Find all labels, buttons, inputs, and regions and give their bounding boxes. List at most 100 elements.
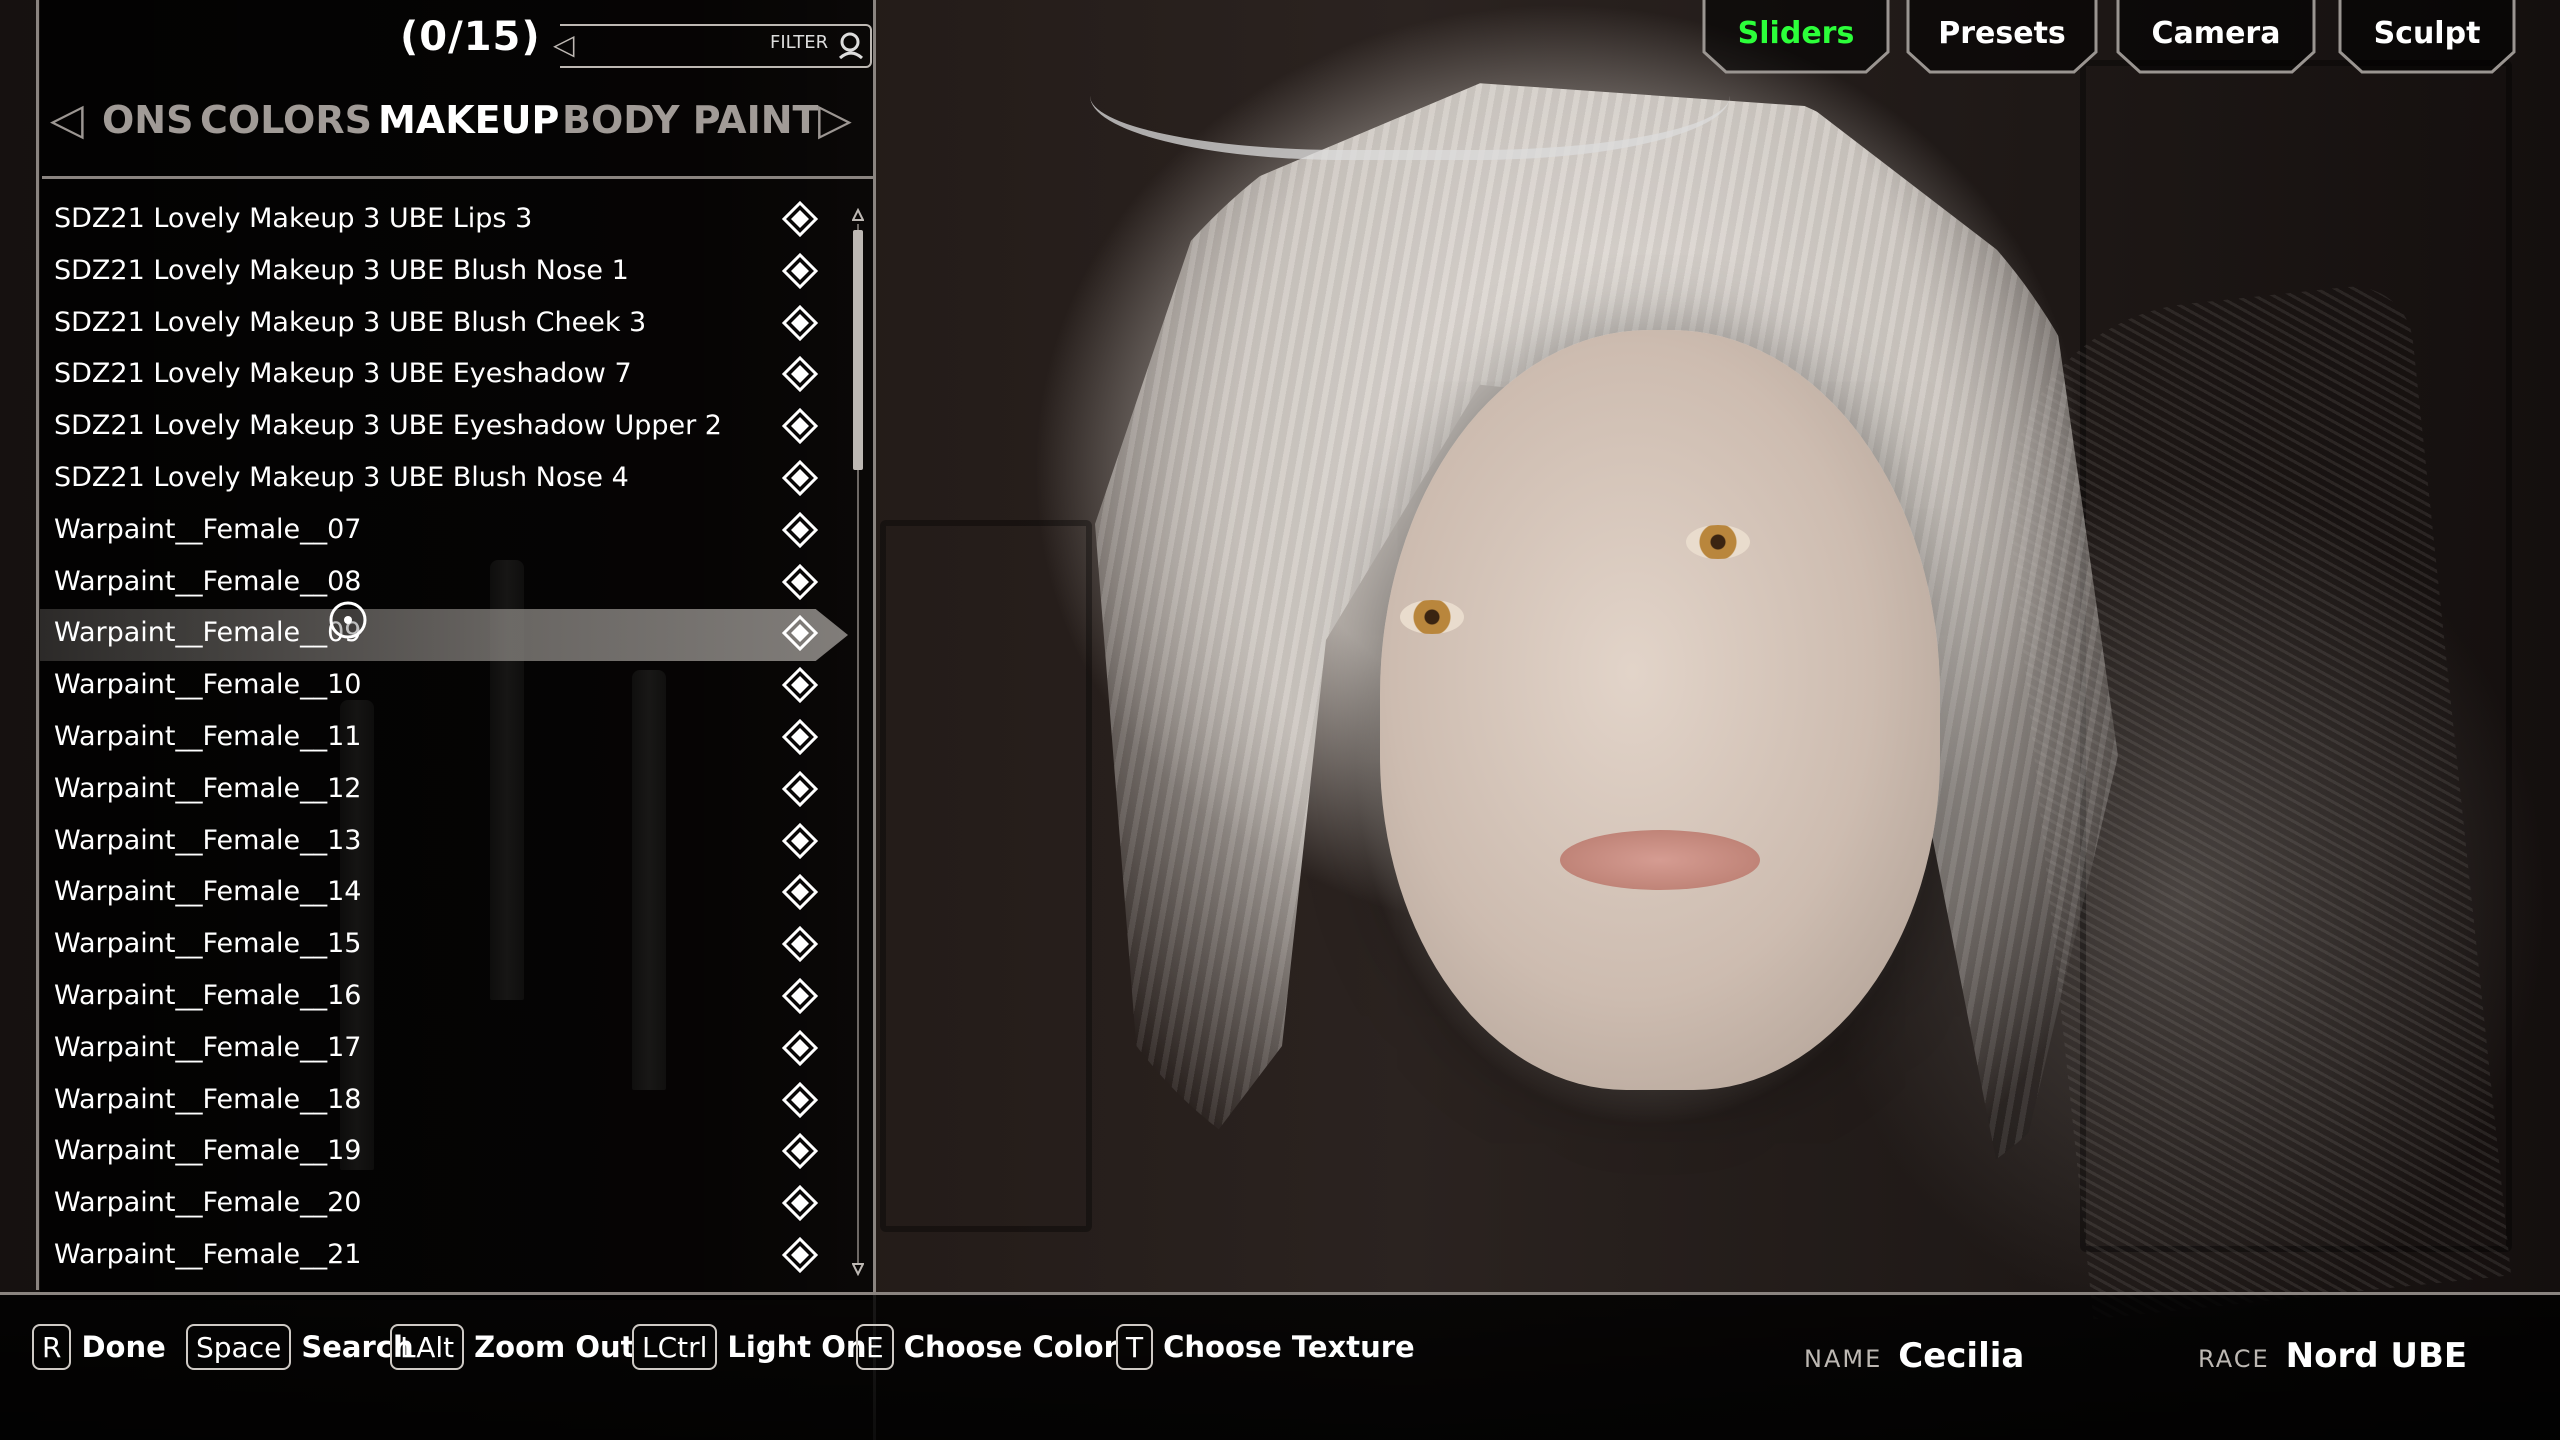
hint-label: Choose Texture [1163,1330,1415,1364]
tab-prev-icon[interactable]: ◁ [50,94,84,145]
left-eye [1400,600,1464,634]
diamond-icon[interactable] [782,512,818,548]
list-item[interactable]: SDZ21 Lovely Makeup 3 UBE Eyeshadow 7 [40,350,840,402]
list-item-label: Warpaint__Female__12 [54,773,362,804]
list-item[interactable]: SDZ21 Lovely Makeup 3 UBE Blush Nose 4 [40,454,840,506]
diamond-icon[interactable] [782,253,818,289]
list-item[interactable]: Warpaint__Female__10 [40,661,840,713]
diamond-icon[interactable] [782,667,818,703]
key-r: R [32,1324,72,1370]
list-item-label: SDZ21 Lovely Makeup 3 UBE Eyeshadow 7 [54,358,632,389]
list-item-label: Warpaint__Female__14 [54,876,362,907]
list-item-label: Warpaint__Female__17 [54,1032,362,1063]
mode-tab-sculpt[interactable]: Sculpt [2338,0,2516,74]
list-item[interactable]: Warpaint__Female__07 [40,506,840,558]
diamond-icon[interactable] [782,719,818,755]
mode-tab-label: Sliders [1737,15,1855,51]
diamond-icon[interactable] [782,978,818,1014]
diamond-icon[interactable] [782,356,818,392]
hint-label: Light On [727,1330,867,1364]
tab-makeup[interactable]: MAKEUP [378,98,559,142]
list-item[interactable]: Warpaint__Female__12 [40,765,840,817]
diamond-icon[interactable] [782,408,818,444]
list-item-label: SDZ21 Lovely Makeup 3 UBE Blush Cheek 3 [54,307,647,338]
race-value: Nord UBE [2285,1336,2468,1376]
scroll-thumb[interactable] [853,230,863,470]
list-item[interactable]: SDZ21 Lovely Makeup 3 UBE Lips 3 [40,195,840,247]
hint-done[interactable]: R Done [32,1322,166,1372]
list-item-label: Warpaint__Female__09 [54,617,362,648]
mode-tab-presets[interactable]: Presets [1906,0,2098,74]
list-item[interactable]: Warpaint__Female__14 [40,868,840,920]
key-space: Space [186,1324,292,1370]
key-e: E [856,1324,894,1370]
hint-choose-color[interactable]: E Choose Color [856,1322,1118,1372]
list-item-label: Warpaint__Female__19 [54,1135,362,1166]
tab-body-paint[interactable]: BODY PAINT [562,98,818,142]
mode-tab-sliders[interactable]: Sliders [1702,0,1890,74]
key-lalt: LAlt [390,1324,465,1370]
scroll-down-icon[interactable] [852,1258,864,1276]
diamond-icon[interactable] [782,823,818,859]
list-item-label: Warpaint__Female__13 [54,825,362,856]
character-lips [1560,830,1760,890]
diamond-icon[interactable] [782,1237,818,1273]
list-item-label: Warpaint__Female__15 [54,928,362,959]
diamond-icon[interactable] [782,1185,818,1221]
tiara [1090,0,1730,160]
wall-panel [880,520,1092,1232]
hint-choose-texture[interactable]: T Choose Texture [1116,1322,1415,1372]
list-item-label: SDZ21 Lovely Makeup 3 UBE Lips 3 [54,203,533,234]
diamond-icon[interactable] [782,771,818,807]
list-item-label: Warpaint__Female__07 [54,514,362,545]
tab-colors[interactable]: COLORS [200,98,372,142]
list-item[interactable]: SDZ21 Lovely Makeup 3 UBE Eyeshadow Uppe… [40,402,840,454]
mode-tab-label: Camera [2151,15,2281,51]
list-item-label: SDZ21 Lovely Makeup 3 UBE Blush Nose 4 [54,462,629,493]
mode-tab-camera[interactable]: Camera [2116,0,2316,74]
list-item[interactable]: Warpaint__Female__21 [40,1231,840,1283]
diamond-icon[interactable] [782,460,818,496]
list-item[interactable]: Warpaint__Female__16 [40,972,840,1024]
list-item[interactable]: Warpaint__Female__17 [40,1024,840,1076]
list-item[interactable]: Warpaint__Female__18 [40,1076,840,1128]
filter-label: FILTER [770,32,829,53]
diamond-icon[interactable] [782,874,818,910]
list-item[interactable]: Warpaint__Female__20 [40,1179,840,1231]
list-item[interactable]: Warpaint__Female__08 [40,558,840,610]
list-scrollbar[interactable] [852,208,864,1278]
name-value: Cecilia [1898,1336,2025,1376]
diamond-icon[interactable] [782,615,818,651]
list-item[interactable]: Warpaint__Female__13 [40,817,840,869]
hint-label: Zoom Out [474,1330,635,1364]
list-item[interactable]: Warpaint__Female__11 [40,713,840,765]
tab-ons[interactable]: ONS [102,98,193,142]
selection-counter: (0/15) [400,14,541,60]
diamond-icon[interactable] [782,926,818,962]
list-item-label: SDZ21 Lovely Makeup 3 UBE Blush Nose 1 [54,255,629,286]
category-tabs: ◁ ONS COLORS MAKEUP BODY PAINT ▷ [50,92,870,152]
diamond-icon[interactable] [782,1082,818,1118]
search-icon[interactable] [836,30,866,60]
list-item-label: Warpaint__Female__21 [54,1239,362,1270]
list-item[interactable]: Warpaint__Female__15 [40,920,840,972]
diamond-icon[interactable] [782,201,818,237]
diamond-icon[interactable] [782,1030,818,1066]
hint-light-on[interactable]: LCtrl Light On [632,1322,867,1372]
right-eye [1686,525,1750,559]
list-item-label: Warpaint__Female__10 [54,669,362,700]
key-t: T [1116,1324,1154,1370]
panel-border [36,0,39,1290]
list-item[interactable]: Warpaint__Female__19 [40,1127,840,1179]
list-item-selected[interactable]: Warpaint__Female__09 [40,609,848,661]
list-item-label: SDZ21 Lovely Makeup 3 UBE Eyeshadow Uppe… [54,410,722,441]
diamond-icon[interactable] [782,305,818,341]
diamond-icon[interactable] [782,564,818,600]
hint-label: Choose Color [903,1330,1118,1364]
list-item[interactable]: SDZ21 Lovely Makeup 3 UBE Blush Cheek 3 [40,299,840,351]
list-item[interactable]: SDZ21 Lovely Makeup 3 UBE Blush Nose 1 [40,247,840,299]
hint-zoom-out[interactable]: LAlt Zoom Out [390,1322,635,1372]
tab-next-icon[interactable]: ▷ [818,94,852,145]
hint-search[interactable]: Space Search [186,1322,414,1372]
diamond-icon[interactable] [782,1133,818,1169]
